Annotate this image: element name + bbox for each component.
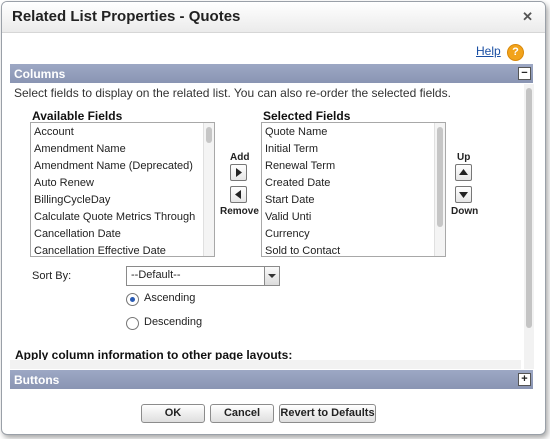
selected-fields-label: Selected Fields bbox=[263, 109, 351, 123]
arrow-up-icon bbox=[459, 169, 468, 175]
up-label: Up bbox=[457, 152, 471, 163]
columns-section-header[interactable]: Columns − bbox=[10, 64, 533, 83]
list-item[interactable]: Amendment Name (Deprecated) bbox=[34, 160, 193, 172]
expand-icon[interactable]: + bbox=[518, 373, 531, 386]
columns-section-content: Select fields to display on the related … bbox=[10, 84, 521, 369]
ok-button[interactable]: OK bbox=[141, 404, 205, 423]
content-vertical-scrollbar[interactable] bbox=[524, 84, 534, 369]
down-label: Down bbox=[451, 206, 479, 217]
ascending-label: Ascending bbox=[144, 292, 196, 304]
dialog-title: Related List Properties - Quotes bbox=[12, 8, 241, 25]
list-item[interactable]: Sold to Contact bbox=[265, 245, 340, 256]
list-item[interactable]: Cancellation Date bbox=[34, 228, 121, 240]
arrow-right-icon bbox=[236, 168, 242, 177]
list-item[interactable]: Amendment Name bbox=[34, 143, 126, 155]
content-horizontal-scrollbar[interactable] bbox=[10, 360, 521, 369]
selected-fields-list[interactable]: Quote Name Initial Term Renewal Term Cre… bbox=[261, 122, 446, 257]
help-icon[interactable]: ? bbox=[507, 44, 524, 61]
available-fields-list[interactable]: Account Amendment Name Amendment Name (D… bbox=[30, 122, 215, 257]
list-item[interactable]: Start Date bbox=[265, 194, 315, 206]
remove-button[interactable] bbox=[230, 186, 247, 203]
list-item[interactable]: Initial Term bbox=[265, 143, 318, 155]
list-item[interactable]: Cancellation Effective Date bbox=[34, 245, 166, 256]
close-icon[interactable]: ✕ bbox=[522, 9, 533, 25]
move-up-button[interactable] bbox=[455, 164, 472, 181]
columns-section-title: Columns bbox=[14, 67, 66, 81]
list-item[interactable]: Created Date bbox=[265, 177, 330, 189]
scrollbar-thumb[interactable] bbox=[526, 88, 532, 328]
arrow-down-icon bbox=[459, 192, 468, 198]
arrow-left-icon bbox=[235, 190, 241, 199]
list-item[interactable]: Valid Unti bbox=[265, 211, 311, 223]
list-item[interactable]: BillingCycleDay bbox=[34, 194, 110, 206]
remove-label: Remove bbox=[220, 206, 259, 217]
available-fields-label: Available Fields bbox=[32, 109, 123, 123]
descending-label: Descending bbox=[144, 316, 203, 328]
collapse-icon[interactable]: − bbox=[518, 67, 531, 80]
list-item[interactable]: Calculate Quote Metrics Through bbox=[34, 211, 195, 223]
revert-to-defaults-button[interactable]: Revert to Defaults bbox=[279, 404, 376, 423]
descending-radio[interactable] bbox=[126, 317, 139, 330]
scrollbar-thumb[interactable] bbox=[206, 127, 212, 143]
sort-by-select[interactable]: --Default-- bbox=[126, 266, 280, 286]
cancel-button[interactable]: Cancel bbox=[210, 404, 274, 423]
selected-list-scrollbar[interactable] bbox=[434, 123, 445, 256]
related-list-properties-dialog: Related List Properties - Quotes ✕ Help … bbox=[1, 1, 546, 435]
scrollbar-thumb[interactable] bbox=[437, 127, 443, 227]
list-item[interactable]: Auto Renew bbox=[34, 177, 94, 189]
add-button[interactable] bbox=[230, 164, 247, 181]
list-item[interactable]: Currency bbox=[265, 228, 310, 240]
add-label: Add bbox=[230, 152, 250, 163]
help-link[interactable]: Help bbox=[476, 44, 501, 58]
buttons-section-title: Buttons bbox=[14, 373, 60, 387]
columns-description: Select fields to display on the related … bbox=[14, 86, 451, 100]
buttons-section-header[interactable]: Buttons + bbox=[10, 370, 533, 389]
list-item[interactable]: Account bbox=[34, 126, 74, 138]
ascending-radio[interactable] bbox=[126, 293, 139, 306]
sort-by-label: Sort By: bbox=[32, 270, 72, 282]
list-item[interactable]: Renewal Term bbox=[265, 160, 335, 172]
move-down-button[interactable] bbox=[455, 186, 472, 203]
available-list-scrollbar[interactable] bbox=[203, 123, 214, 256]
dialog-titlebar: Related List Properties - Quotes ✕ bbox=[2, 2, 545, 33]
chevron-down-icon[interactable] bbox=[264, 267, 279, 285]
list-item[interactable]: Quote Name bbox=[265, 126, 327, 138]
sort-by-value: --Default-- bbox=[131, 269, 181, 281]
